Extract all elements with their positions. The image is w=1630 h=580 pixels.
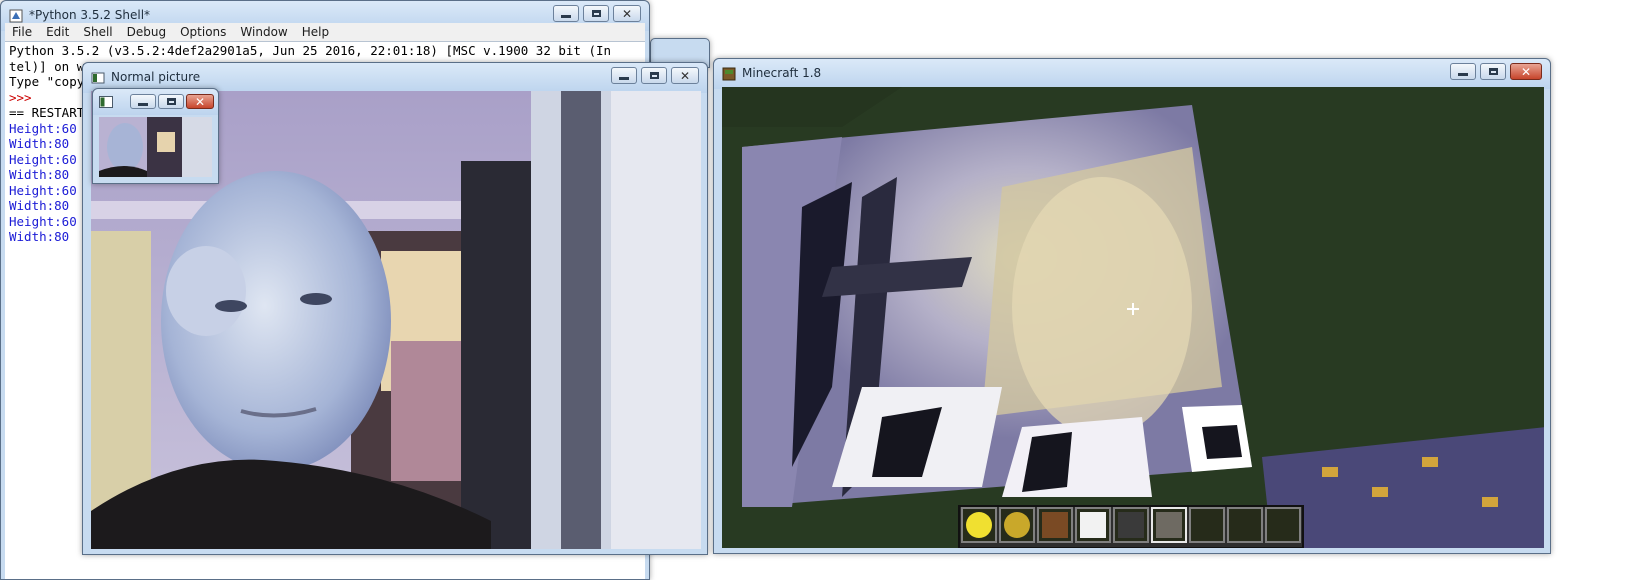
minimize-button[interactable]: [611, 67, 637, 84]
menu-options[interactable]: Options: [173, 25, 233, 39]
hotbar-slot-8[interactable]: [1227, 507, 1263, 543]
window-app-icon: [91, 72, 105, 84]
window-title: *Python 3.5.2 Shell*: [29, 8, 151, 22]
console-line: Python 3.5.2 (v3.5.2:4def2a2901a5, Jun 2…: [9, 43, 612, 58]
window-title: Normal picture: [111, 70, 201, 84]
hotbar-slot-3[interactable]: [1037, 507, 1073, 543]
close-button[interactable]: ✕: [613, 5, 641, 22]
maximize-icon: [649, 72, 659, 79]
menu-bar: File Edit Shell Debug Options Window Hel…: [5, 23, 645, 41]
minecraft-titlebar[interactable]: Minecraft 1.8 ✕: [714, 59, 1550, 89]
menu-edit[interactable]: Edit: [39, 25, 76, 39]
thumbnail-window: ✕: [92, 88, 219, 184]
minimize-icon: [1458, 73, 1468, 76]
hotbar-slot-4[interactable]: [1075, 507, 1111, 543]
maximize-icon: [591, 10, 601, 17]
hotbar-slot-7[interactable]: [1189, 507, 1225, 543]
maximize-button[interactable]: [158, 94, 184, 109]
minimize-icon: [561, 15, 571, 18]
thumbnail-photo: [99, 117, 212, 177]
minecraft-scene: [722, 87, 1544, 548]
minimize-button[interactable]: [1450, 63, 1476, 80]
gravel-icon: [1156, 512, 1182, 538]
menu-window[interactable]: Window: [233, 25, 294, 39]
minecraft-viewport[interactable]: [722, 87, 1544, 548]
minecraft-icon: [722, 67, 736, 81]
clock-gold-icon: [966, 512, 992, 538]
close-icon: ✕: [621, 6, 633, 21]
maximize-icon: [1488, 68, 1498, 75]
minimize-icon: [619, 77, 629, 80]
menu-help[interactable]: Help: [295, 25, 336, 39]
hotbar-slot-5[interactable]: [1113, 507, 1149, 543]
python-idle-icon: [9, 9, 23, 23]
menu-debug[interactable]: Debug: [120, 25, 173, 39]
maximize-button[interactable]: [583, 5, 609, 22]
bedrock-icon: [1118, 512, 1144, 538]
book-icon: [1042, 512, 1068, 538]
minimize-button[interactable]: [553, 5, 579, 22]
menu-file[interactable]: File: [5, 25, 39, 39]
menu-shell[interactable]: Shell: [76, 25, 119, 39]
snow-block-icon: [1080, 512, 1106, 538]
hotbar: [958, 505, 1304, 548]
hotbar-slot-1[interactable]: [961, 507, 997, 543]
window-app-icon: [99, 96, 113, 108]
thumbnail-titlebar[interactable]: ✕: [93, 89, 218, 115]
window-title: Minecraft 1.8: [742, 66, 822, 80]
close-button[interactable]: ✕: [671, 67, 699, 84]
close-button[interactable]: ✕: [1510, 63, 1542, 80]
maximize-button[interactable]: [1480, 63, 1506, 80]
close-button[interactable]: ✕: [186, 94, 214, 109]
clock-icon: [1004, 512, 1030, 538]
hotbar-slot-6[interactable]: [1151, 507, 1187, 543]
hotbar-slot-9[interactable]: [1265, 507, 1301, 543]
minimize-button[interactable]: [130, 94, 156, 109]
close-icon: ✕: [194, 94, 206, 109]
close-icon: ✕: [1520, 64, 1532, 79]
maximize-icon: [166, 98, 176, 105]
hotbar-slot-2[interactable]: [999, 507, 1035, 543]
maximize-button[interactable]: [641, 67, 667, 84]
minecraft-window: Minecraft 1.8 ✕: [713, 58, 1551, 554]
close-icon: ✕: [679, 68, 691, 83]
minimize-icon: [138, 103, 148, 106]
thumbnail-image: [99, 117, 212, 177]
